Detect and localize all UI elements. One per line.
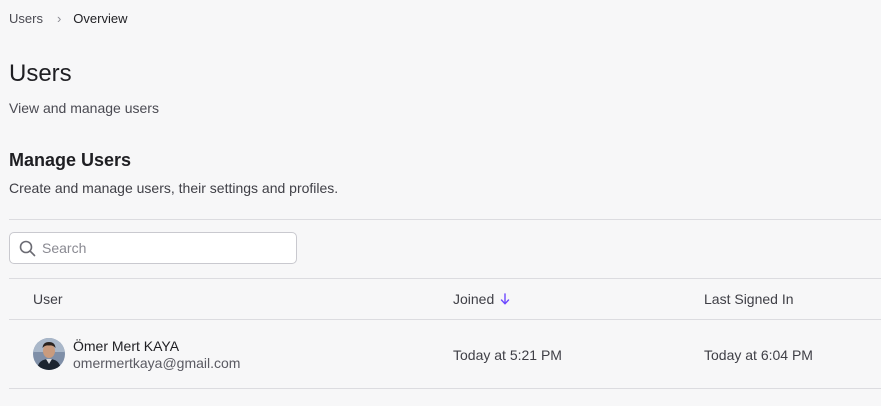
section-divider — [9, 219, 881, 220]
breadcrumb: Users › Overview — [9, 11, 127, 26]
table-header: User Joined Last Signed In — [9, 279, 881, 319]
column-header-last-signed-in-label: Last Signed In — [704, 291, 794, 307]
column-header-joined-label: Joined — [453, 291, 495, 307]
column-header-user[interactable]: User — [33, 291, 63, 307]
search-icon — [18, 239, 36, 257]
search-box[interactable] — [9, 232, 297, 264]
page-subtitle: View and manage users — [9, 100, 159, 116]
breadcrumb-item-users[interactable]: Users — [9, 11, 43, 26]
section-title: Manage Users — [9, 150, 132, 170]
column-header-last-signed-in[interactable]: Last Signed In — [704, 291, 794, 307]
page-title: Users — [9, 60, 72, 87]
column-header-joined[interactable]: Joined — [453, 291, 510, 307]
users-overview-page: Users › Overview Users View and manage u… — [0, 0, 881, 406]
search-input[interactable] — [42, 240, 282, 256]
column-header-user-label: User — [33, 291, 63, 307]
table-row[interactable]: Ömer Mert KAYA omermertkaya@gmail.com To… — [9, 320, 881, 388]
last-signed-in-date: Today at 6:04 PM — [704, 347, 813, 363]
breadcrumb-item-overview: Overview — [73, 11, 128, 26]
section-description: Create and manage users, their settings … — [9, 180, 339, 196]
avatar — [33, 338, 65, 370]
table-bottom-divider — [9, 388, 881, 389]
chevron-right-icon: › — [56, 11, 62, 26]
user-name: Ömer Mert KAYA — [73, 338, 180, 354]
joined-date: Today at 5:21 PM — [453, 347, 562, 363]
arrow-down-icon — [500, 293, 510, 305]
user-email: omermertkaya@gmail.com — [73, 355, 241, 371]
